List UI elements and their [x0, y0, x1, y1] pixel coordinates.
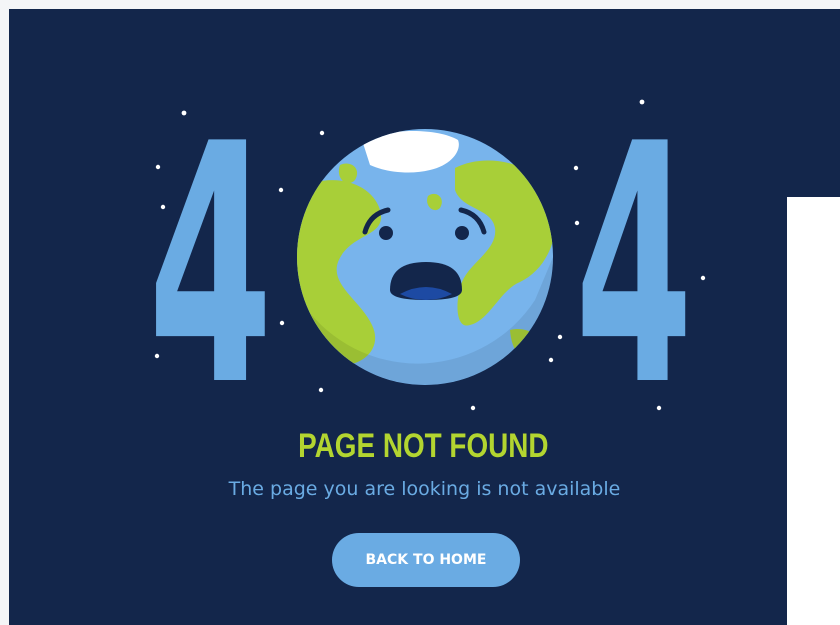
error-message: The page you are looking is not availabl… — [228, 478, 621, 500]
page-title: PAGE NOT FOUND — [298, 427, 549, 465]
error-code-right-digit: 4 — [575, 74, 693, 458]
sad-earth-icon — [297, 129, 553, 385]
back-to-home-button[interactable]: BACK TO HOME — [332, 533, 520, 587]
error-illustration: 4 4 — [148, 74, 706, 458]
error-code-left-digit: 4 — [148, 74, 273, 458]
